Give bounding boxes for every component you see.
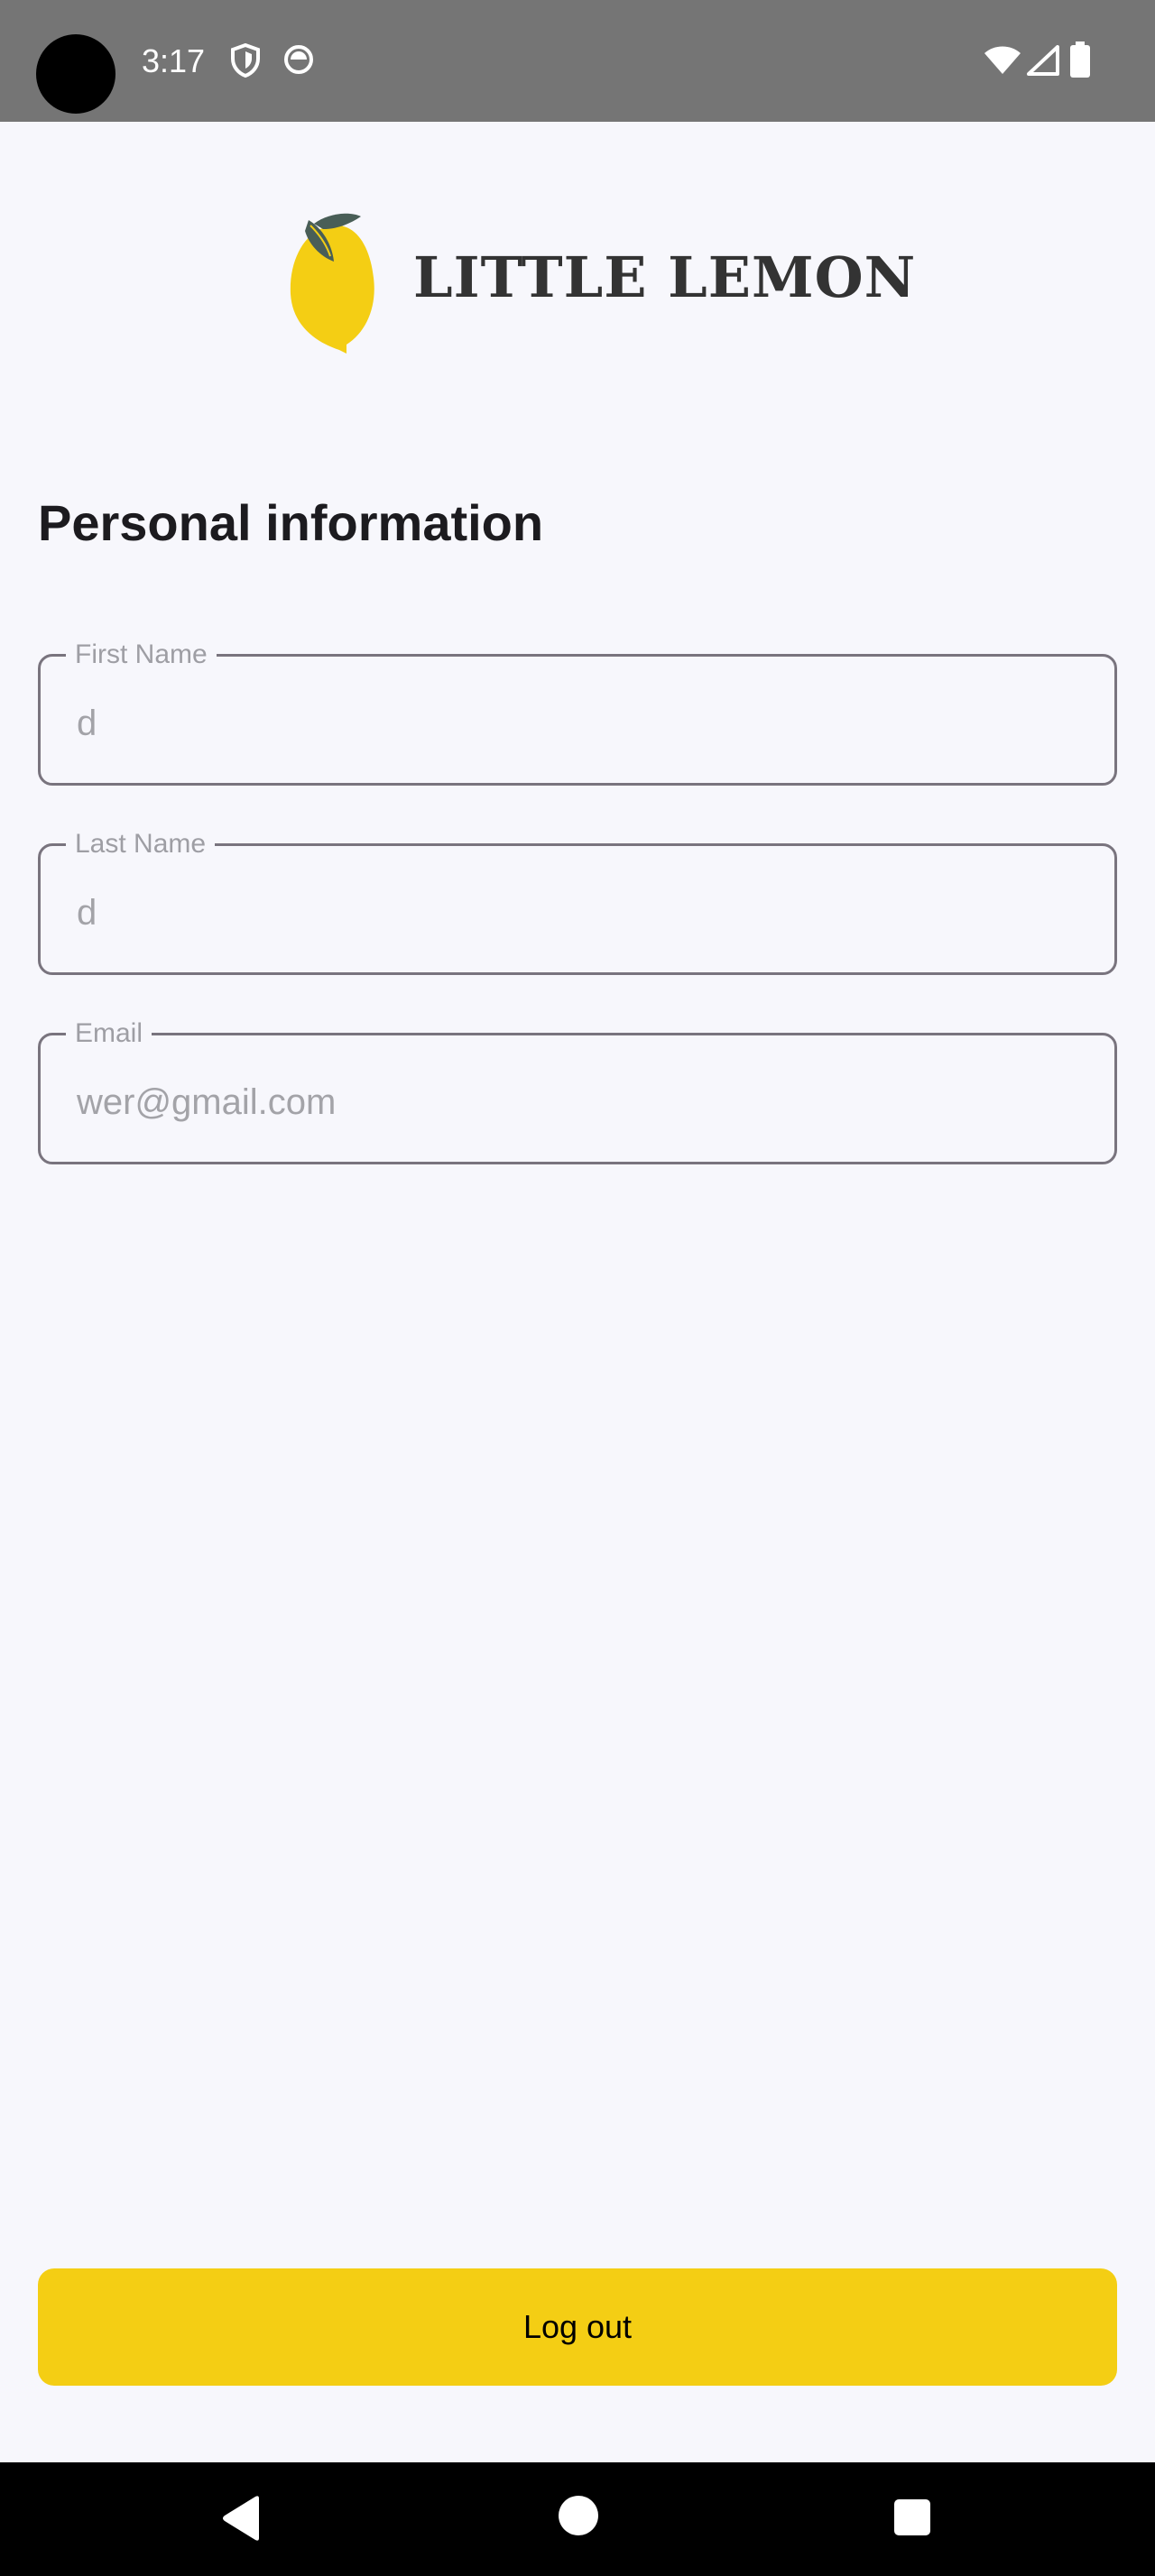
wifi-icon (984, 45, 1021, 80)
brand-name: LITTLE LEMON (413, 244, 917, 310)
last-name-field[interactable]: Last Name d (38, 828, 1117, 975)
lemon-icon (287, 206, 377, 358)
last-name-input[interactable]: d (77, 891, 1069, 934)
page-title: Personal information (38, 494, 544, 551)
home-icon[interactable] (558, 2495, 599, 2541)
email-input[interactable]: wer@gmail.com (77, 1081, 1069, 1124)
camera-cutout (36, 34, 116, 114)
last-name-label: Last Name (66, 828, 216, 860)
app-logo: LITTLE LEMON (287, 206, 915, 354)
email-label: Email (66, 1017, 152, 1050)
email-field[interactable]: Email wer@gmail.com (38, 1017, 1117, 1164)
logout-button[interactable]: Log out (38, 2268, 1117, 2386)
back-icon[interactable] (221, 2495, 261, 2546)
signal-icon (1027, 45, 1059, 80)
status-time: 3:17 (142, 42, 206, 79)
recents-icon[interactable] (893, 2498, 931, 2541)
battery-icon (1070, 41, 1090, 82)
first-name-label: First Name (66, 639, 217, 671)
shield-icon (230, 42, 261, 82)
status-bar: 3:17 (0, 0, 1155, 122)
navigation-bar (0, 2462, 1155, 2576)
first-name-input[interactable]: d (77, 702, 1069, 745)
first-name-field[interactable]: First Name d (38, 639, 1117, 786)
android-notification-icon (282, 43, 315, 80)
profile-screen: 3:17 LITTLE LEMON Personal information F… (0, 0, 1155, 2576)
